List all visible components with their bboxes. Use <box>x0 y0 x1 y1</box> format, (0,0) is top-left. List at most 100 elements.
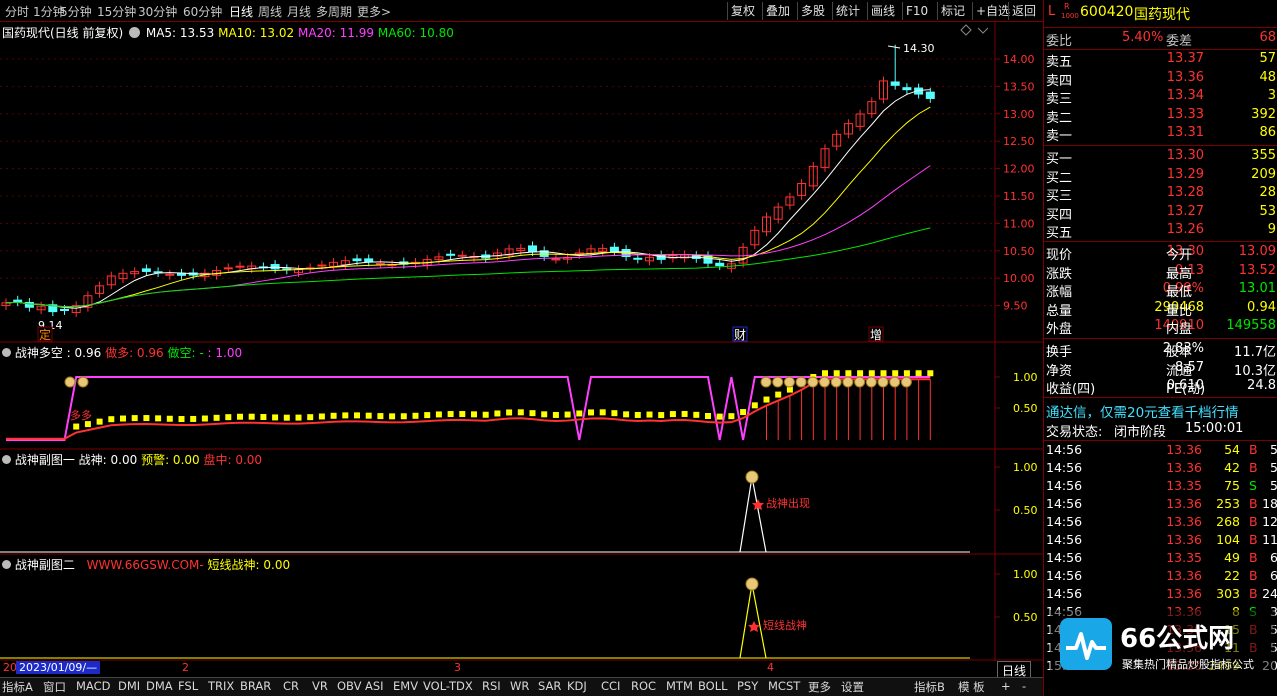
period-tab-30min[interactable]: 30分钟 <box>138 3 177 20</box>
period-toolbar: 分时 1分钟 5分钟 15分钟 30分钟 60分钟 日线 周线 月线 多周期 更… <box>0 0 1043 22</box>
panel3-site: WWW.66GSW.COM- <box>86 558 204 572</box>
panel1-yellow-marker <box>260 414 267 421</box>
buy-level-row[interactable]: 买四 13.27 53 <box>1044 204 1277 223</box>
period-tab-more[interactable]: 更多> <box>357 3 391 20</box>
period-tab-60min[interactable]: 60分钟 <box>183 3 222 20</box>
tick-volume: 42 <box>1224 460 1240 475</box>
indicator-tab-kdj[interactable]: KDJ <box>567 679 587 693</box>
buy-level-row[interactable]: 买三 13.28 28 <box>1044 185 1277 204</box>
ma10-value: MA10: 13.02 <box>218 26 295 40</box>
promo-text[interactable]: 通达信，仅需20元查看千档行情 <box>1046 401 1239 421</box>
indicator-tab-[interactable]: 模 板 <box>958 679 985 695</box>
stat-value: 13.01 <box>1238 281 1276 297</box>
candle-body <box>375 263 385 266</box>
indicator-tab-[interactable]: - <box>1022 679 1026 693</box>
indicator-tab-dma[interactable]: DMA <box>146 679 173 693</box>
indicator-tab-cr[interactable]: CR <box>283 679 299 693</box>
indicator-tab-sar[interactable]: SAR <box>538 679 561 693</box>
indicator-tab-mcst[interactable]: MCST <box>768 679 800 693</box>
sell-level-row[interactable]: 卖一 13.31 86 <box>1044 125 1277 144</box>
indicator-tab-[interactable]: 设置 <box>841 679 864 695</box>
tick-time: 14:56 <box>1046 586 1083 601</box>
indicator-tab-emv[interactable]: EMV <box>393 679 418 693</box>
candle-body <box>551 258 561 261</box>
panel1-yellow-marker <box>365 412 372 419</box>
finance-label: 股本 <box>1166 345 1193 360</box>
period-tab-weekly[interactable]: 周线 <box>258 3 282 20</box>
period-tab-5min[interactable]: 5分钟 <box>60 3 92 20</box>
settings-circle-icon[interactable] <box>129 27 141 38</box>
multi-stock-button[interactable]: 多股 <box>797 2 828 20</box>
money-bag-icon <box>745 470 759 484</box>
indicator-tab-voltdx[interactable]: VOL-TDX <box>423 679 473 693</box>
indicator-tab-[interactable]: + <box>1001 679 1011 693</box>
mark-button[interactable]: 标记 <box>937 2 968 20</box>
indicator-tab-[interactable]: 窗口 <box>43 679 66 695</box>
tick-side: B <box>1249 496 1258 511</box>
statistics-button[interactable]: 统计 <box>832 2 863 20</box>
overlay-button[interactable]: 叠加 <box>762 2 793 20</box>
finance-label: 流通 <box>1166 363 1193 379</box>
panel1-legend: 战神多空 : 0.96 做多: 0.96 做空: - : 1.00 <box>2 344 242 361</box>
buy-level-volume: 9 <box>1267 222 1276 237</box>
buy-level-volume: 209 <box>1251 166 1276 182</box>
money-bag-icon <box>865 376 877 388</box>
sell-level-row[interactable]: 卖五 13.37 57 <box>1044 51 1277 70</box>
buy-level-row[interactable]: 买五 13.26 9 <box>1044 222 1277 241</box>
indicator-tab-asi[interactable]: ASI <box>365 679 384 693</box>
indicator-tab-[interactable]: 更多 <box>808 679 831 695</box>
indicator-tab-obv[interactable]: OBV <box>337 679 361 693</box>
panel3-v1: 短线战神: 0.00 <box>207 558 291 572</box>
back-button[interactable]: 返回 <box>1008 2 1039 20</box>
add-favorite-button[interactable]: +自选 <box>972 2 1013 20</box>
panel1-settings-icon[interactable] <box>2 348 11 357</box>
indicator-tab-mtm[interactable]: MTM <box>666 679 693 693</box>
indicator-tab-wr[interactable]: WR <box>510 679 529 693</box>
panel1-yellow-marker <box>190 415 197 422</box>
sell-level-row[interactable]: 卖四 13.36 48 <box>1044 69 1277 89</box>
indicator-tab-roc[interactable]: ROC <box>631 679 656 693</box>
indicator-tab-fsl[interactable]: FSL <box>178 679 198 693</box>
buy-level-row[interactable]: 买一 13.30 355 <box>1044 148 1277 167</box>
money-bag-icon <box>783 376 795 388</box>
panel1-yellow-marker <box>459 411 466 418</box>
panel1-yellow-marker <box>658 412 665 419</box>
price-tick-label: 13.00 <box>1003 108 1035 121</box>
sell-level-row[interactable]: 卖二 13.33 392 <box>1044 107 1277 126</box>
price-tick-label: 12.00 <box>1003 163 1035 176</box>
sell-level-label: 卖二 <box>1046 110 1073 126</box>
panel1-yellow-marker <box>857 370 864 377</box>
promo-row[interactable]: 通达信，仅需20元查看千档行情 <box>1044 401 1277 421</box>
period-tab-monthly[interactable]: 月线 <box>287 3 311 20</box>
period-tab-15min[interactable]: 15分钟 <box>97 3 136 20</box>
indicator-tab-a[interactable]: 指标A <box>2 679 33 695</box>
indicator-tab-psy[interactable]: PSY <box>737 679 758 693</box>
sell-level-row[interactable]: 卖三 13.34 3 <box>1044 88 1277 107</box>
indicator-tab-macd[interactable]: MACD <box>76 679 110 693</box>
fuquan-button[interactable]: 复权 <box>727 2 758 20</box>
period-tab-multi[interactable]: 多周期 <box>316 3 352 20</box>
panel1-yellow-marker <box>517 409 524 416</box>
indicator-tab-rsi[interactable]: RSI <box>482 679 501 693</box>
candle-body <box>13 299 23 303</box>
panel1-yellow-marker <box>716 413 723 420</box>
period-tab-fenshi[interactable]: 分时 <box>5 3 29 20</box>
f10-button[interactable]: F10 <box>902 2 931 20</box>
indicator-tab-trix[interactable]: TRIX <box>208 679 234 693</box>
panel3-settings-icon[interactable] <box>2 560 11 569</box>
panel1-yellow-marker <box>775 391 782 398</box>
draw-line-button[interactable]: 画线 <box>867 2 898 20</box>
panel2-settings-icon[interactable] <box>2 455 11 464</box>
indicator-tab-vr[interactable]: VR <box>312 679 328 693</box>
indicator-tab-brar[interactable]: BRAR <box>240 679 271 693</box>
indicator-tab-boll[interactable]: BOLL <box>698 679 728 693</box>
panel1-yellow-marker <box>389 413 396 420</box>
quote-stat-row: 现价 13.30 今开 13.09 <box>1044 244 1277 263</box>
indicator-tab-cci[interactable]: CCI <box>601 679 620 693</box>
buy-level-row[interactable]: 买二 13.29 209 <box>1044 166 1277 186</box>
indicator-tab-dmi[interactable]: DMI <box>118 679 140 693</box>
period-tab-daily[interactable]: 日线 <box>229 3 253 20</box>
tick-count: 24 <box>1262 586 1277 601</box>
sell-level-price: 13.36 <box>1166 69 1204 85</box>
indicator-tab-b[interactable]: 指标B <box>914 679 945 695</box>
